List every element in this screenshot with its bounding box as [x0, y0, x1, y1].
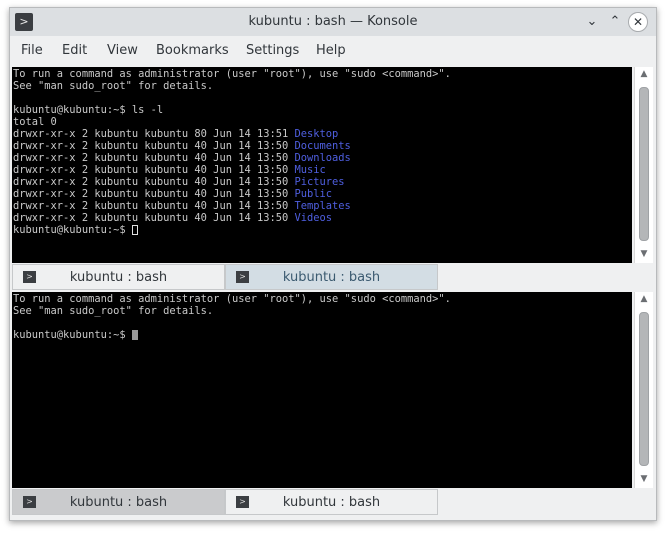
text-cursor — [131, 330, 138, 340]
shell-prompt: kubuntu@kubuntu:~$ — [13, 224, 132, 236]
scrollbar-thumb[interactable] — [639, 312, 649, 466]
menu-view[interactable]: View — [107, 36, 138, 66]
directory-name: Documents — [294, 140, 351, 152]
listing-meta: drwxr-xr-x 2 kubuntu kubuntu 80 Jun 14 1… — [13, 128, 295, 140]
tab-bar-bottom: > kubuntu : bash > kubuntu : bash — [10, 489, 656, 516]
menu-help[interactable]: Help — [316, 36, 346, 66]
listing-meta: drwxr-xr-x 2 kubuntu kubuntu 40 Jun 14 1… — [13, 140, 295, 152]
directory-name: Public — [294, 188, 333, 200]
title-bar[interactable]: > kubuntu : bash — Konsole ⌄ ⌃ ✕ — [10, 8, 656, 36]
directory-name: Templates — [294, 200, 351, 212]
terminal-pane-bottom[interactable]: To run a command as administrator (user … — [12, 292, 632, 488]
maximize-button[interactable]: ⌃ — [605, 12, 625, 32]
terminal-line: See "man sudo_root" for details. — [13, 80, 214, 92]
listing-meta: drwxr-xr-x 2 kubuntu kubuntu 40 Jun 14 1… — [13, 212, 295, 224]
scroll-up-arrow-icon[interactable]: ▲ — [635, 67, 653, 81]
prompt-line: kubuntu@kubuntu:~$ — [13, 224, 632, 236]
tab-top-2-active[interactable]: > kubuntu : bash — [225, 264, 438, 290]
listing-row: drwxr-xr-x 2 kubuntu kubuntu 40 Jun 14 1… — [13, 176, 632, 188]
scroll-up-arrow-icon[interactable]: ▲ — [635, 292, 653, 306]
directory-name: Desktop — [294, 128, 339, 140]
scrollbar-thumb[interactable] — [639, 87, 649, 241]
tab-bottom-1-active[interactable]: > kubuntu : bash — [12, 489, 225, 515]
listing-row: drwxr-xr-x 2 kubuntu kubuntu 40 Jun 14 1… — [13, 140, 632, 152]
listing-row: drwxr-xr-x 2 kubuntu kubuntu 40 Jun 14 1… — [13, 152, 632, 164]
terminal-line: total 0 — [13, 116, 57, 128]
prompt-line: kubuntu@kubuntu:~$ — [13, 329, 632, 341]
close-button[interactable]: ✕ — [628, 12, 648, 32]
menu-bar: File Edit View Bookmarks Settings Help — [10, 36, 656, 66]
tab-bar-top: > kubuntu : bash > kubuntu : bash — [10, 264, 656, 291]
directory-name: Pictures — [294, 176, 345, 188]
listing-meta: drwxr-xr-x 2 kubuntu kubuntu 40 Jun 14 1… — [13, 200, 295, 212]
shell-prompt: kubuntu@kubuntu:~$ — [13, 329, 132, 341]
directory-name: Music — [294, 164, 326, 176]
scroll-down-arrow-icon[interactable]: ▼ — [635, 247, 653, 261]
terminal-line: See "man sudo_root" for details. — [13, 305, 214, 317]
listing-meta: drwxr-xr-x 2 kubuntu kubuntu 40 Jun 14 1… — [13, 164, 295, 176]
tab-top-1[interactable]: > kubuntu : bash — [12, 264, 225, 290]
terminal-line: To run a command as administrator (user … — [13, 293, 451, 305]
terminal-pane-top[interactable]: To run a command as administrator (user … — [12, 67, 632, 263]
listing-row: drwxr-xr-x 2 kubuntu kubuntu 40 Jun 14 1… — [13, 164, 632, 176]
menu-file[interactable]: File — [21, 36, 43, 66]
tab-label: kubuntu : bash — [69, 270, 168, 285]
konsole-window: > kubuntu : bash — Konsole ⌄ ⌃ ✕ File Ed… — [9, 7, 657, 521]
scroll-down-arrow-icon[interactable]: ▼ — [635, 472, 653, 486]
listing-row: drwxr-xr-x 2 kubuntu kubuntu 80 Jun 14 1… — [13, 128, 632, 140]
directory-name: Downloads — [294, 152, 351, 164]
listing-row: drwxr-xr-x 2 kubuntu kubuntu 40 Jun 14 1… — [13, 188, 632, 200]
scrollbar-bottom[interactable]: ▲ ▼ — [634, 292, 653, 488]
text-cursor — [131, 225, 138, 235]
menu-edit[interactable]: Edit — [62, 36, 87, 66]
listing-row: drwxr-xr-x 2 kubuntu kubuntu 40 Jun 14 1… — [13, 212, 632, 224]
menu-bookmarks[interactable]: Bookmarks — [156, 36, 229, 66]
terminal-line: To run a command as administrator (user … — [13, 68, 451, 80]
terminal-line: kubuntu@kubuntu:~$ ls -l — [13, 104, 164, 116]
menu-settings[interactable]: Settings — [246, 36, 299, 66]
tab-label: kubuntu : bash — [282, 270, 381, 285]
window-title: kubuntu : bash — Konsole — [248, 14, 418, 29]
tab-bottom-2[interactable]: > kubuntu : bash — [225, 489, 438, 515]
listing-row: drwxr-xr-x 2 kubuntu kubuntu 40 Jun 14 1… — [13, 200, 632, 212]
minimize-button[interactable]: ⌄ — [582, 12, 602, 32]
scrollbar-top[interactable]: ▲ ▼ — [634, 67, 653, 263]
tab-label: kubuntu : bash — [282, 495, 381, 510]
directory-name: Videos — [294, 212, 333, 224]
listing-meta: drwxr-xr-x 2 kubuntu kubuntu 40 Jun 14 1… — [13, 152, 295, 164]
tab-label: kubuntu : bash — [69, 495, 168, 510]
listing-meta: drwxr-xr-x 2 kubuntu kubuntu 40 Jun 14 1… — [13, 176, 295, 188]
listing-meta: drwxr-xr-x 2 kubuntu kubuntu 40 Jun 14 1… — [13, 188, 295, 200]
